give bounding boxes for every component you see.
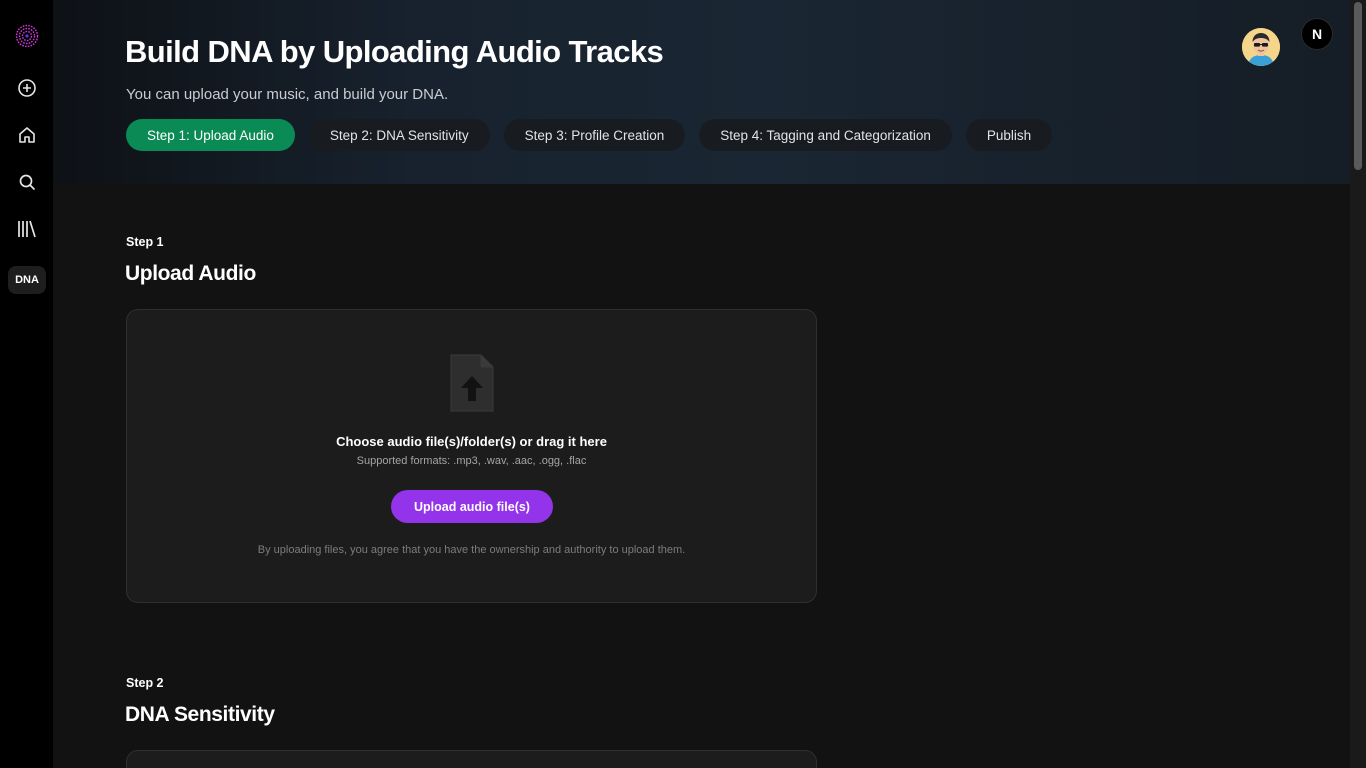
- page-title: Build DNA by Uploading Audio Tracks: [125, 34, 664, 69]
- search-button[interactable]: [0, 162, 53, 202]
- avatar-image: [1242, 28, 1280, 66]
- home-button[interactable]: [0, 115, 53, 155]
- dna-sensitivity-card: [126, 750, 817, 768]
- library-icon: [16, 219, 38, 239]
- file-upload-icon: [450, 354, 494, 417]
- user-initial-badge[interactable]: N: [1301, 18, 1333, 50]
- step-1-label: Step 1: [126, 235, 164, 249]
- upload-audio-button[interactable]: Upload audio file(s): [391, 490, 553, 523]
- home-icon: [17, 125, 37, 145]
- plus-circle-icon: [17, 78, 37, 98]
- page-subtitle: You can upload your music, and build you…: [126, 86, 449, 103]
- page-header: Build DNA by Uploading Audio Tracks You …: [53, 0, 1350, 184]
- tab-publish[interactable]: Publish: [965, 119, 1053, 151]
- upload-audio-heading: Upload Audio: [125, 262, 256, 285]
- upload-prompt: Choose audio file(s)/folder(s) or drag i…: [336, 434, 607, 449]
- search-icon: [18, 173, 36, 191]
- scrollbar[interactable]: [1350, 0, 1366, 768]
- dna-nav-button[interactable]: DNA: [8, 266, 46, 294]
- avatar[interactable]: [1242, 28, 1280, 66]
- supported-formats: Supported formats: .mp3, .wav, .aac, .og…: [356, 455, 587, 467]
- scrollbar-thumb[interactable]: [1354, 2, 1362, 170]
- create-button[interactable]: [0, 68, 53, 108]
- tab-step-3-profile-creation[interactable]: Step 3: Profile Creation: [503, 119, 686, 151]
- tab-step-2-dna-sensitivity[interactable]: Step 2: DNA Sensitivity: [308, 119, 490, 151]
- upload-disclaimer: By uploading files, you agree that you h…: [257, 544, 686, 556]
- step-tabs: Step 1: Upload Audio Step 2: DNA Sensiti…: [126, 119, 1053, 151]
- tab-step-4-tagging[interactable]: Step 4: Tagging and Categorization: [699, 119, 952, 151]
- library-button[interactable]: [0, 209, 53, 249]
- step-2-label: Step 2: [126, 676, 164, 690]
- upload-dropzone[interactable]: Choose audio file(s)/folder(s) or drag i…: [126, 309, 817, 603]
- dna-sensitivity-heading: DNA Sensitivity: [125, 703, 275, 726]
- logo-icon[interactable]: [0, 16, 53, 56]
- tab-step-1-upload-audio[interactable]: Step 1: Upload Audio: [126, 119, 295, 151]
- sidebar: DNA: [0, 0, 53, 768]
